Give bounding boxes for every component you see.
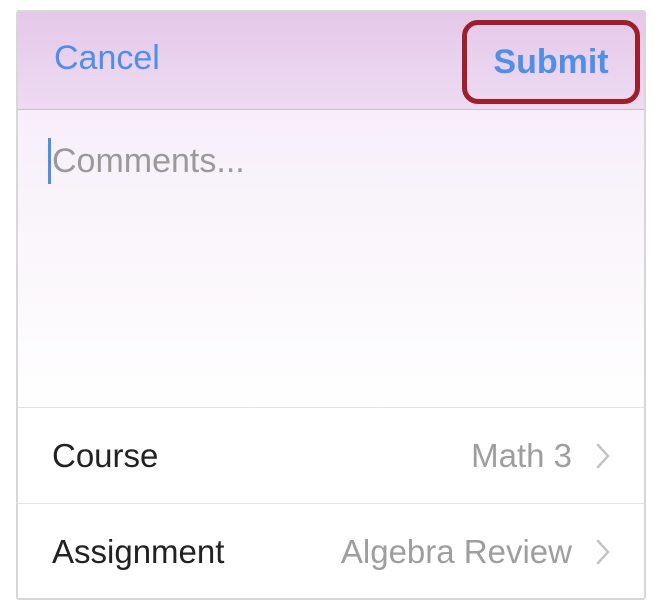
assignment-label: Assignment <box>52 532 225 570</box>
assignment-row[interactable]: Assignment Algebra Review <box>18 504 644 598</box>
submit-highlight[interactable]: Submit <box>462 20 640 104</box>
assignment-value: Algebra Review <box>340 532 572 570</box>
share-sheet: Cancel Submit Course Math 3 Assignment A… <box>16 10 646 600</box>
cancel-button[interactable]: Cancel <box>54 38 160 78</box>
header-bar: Cancel Submit <box>18 12 644 110</box>
submit-button[interactable]: Submit <box>493 42 608 82</box>
chevron-right-icon <box>592 441 614 471</box>
comments-input[interactable] <box>52 138 612 184</box>
course-label: Course <box>52 437 159 474</box>
text-caret <box>48 138 51 184</box>
comments-area[interactable] <box>18 110 644 408</box>
course-value: Math 3 <box>471 437 572 474</box>
chevron-right-icon <box>592 537 614 567</box>
course-row[interactable]: Course Math 3 <box>18 409 644 504</box>
